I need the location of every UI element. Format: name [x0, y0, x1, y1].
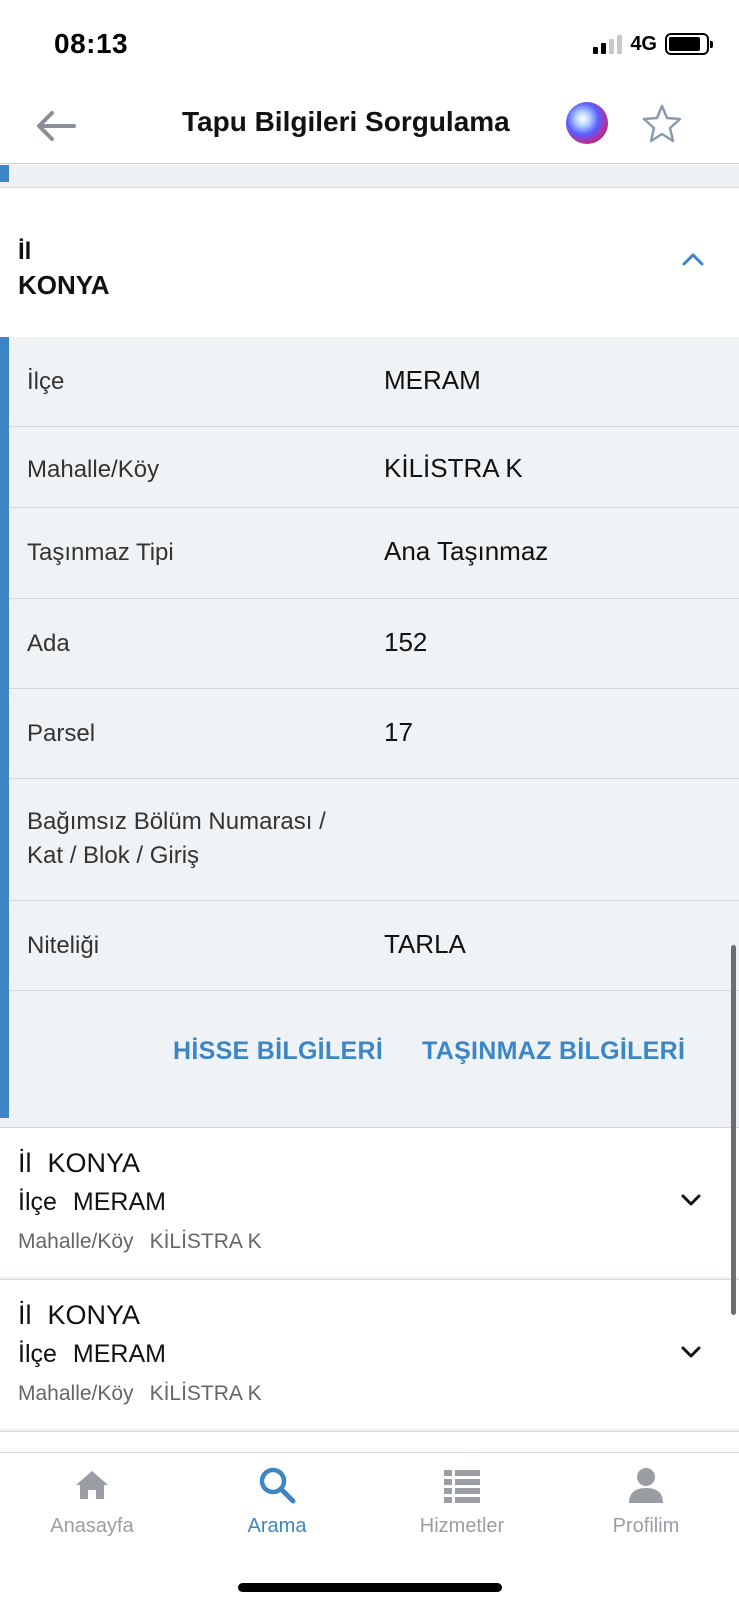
chevron-down-icon[interactable]: [679, 1188, 703, 1212]
tab-label: Anasayfa: [50, 1515, 134, 1537]
hisse-bilgileri-button[interactable]: HİSSE BİLGİLERİ: [173, 1037, 383, 1066]
detail-value: MERAM: [384, 365, 481, 395]
record-il: İl KONYA: [18, 1148, 141, 1178]
record-list-item[interactable]: İl KONYA İlçe MERAM Mahalle/Köy KİLİSTRA K: [0, 1279, 739, 1429]
page-title: Tapu Bilgileri Sorgulama: [182, 106, 510, 137]
record-ilce: İlçe MERAM: [18, 1188, 166, 1216]
siri-icon[interactable]: [566, 102, 608, 144]
tab-hizmetler[interactable]: Hizmetler: [392, 1465, 532, 1555]
detail-key: Parsel: [27, 720, 96, 747]
tasinmaz-bilgileri-button[interactable]: TAŞINMAZ BİLGİLERİ: [422, 1037, 685, 1066]
tab-label: Profilim: [612, 1515, 680, 1537]
home-indicator: [238, 1583, 502, 1592]
status-indicators: 4G: [593, 32, 713, 56]
detail-key: Ada: [27, 630, 70, 657]
record-list-item[interactable]: İl KONYA İlçe MERAM Mahalle/Köy KİLİSTRA K: [0, 1127, 739, 1277]
detail-row-tasinmaz-tipi: Taşınmaz Tipi Ana Taşınmaz: [9, 508, 739, 599]
detail-key: İlçe: [27, 368, 65, 395]
nav-bar: Tapu Bilgileri Sorgulama: [0, 88, 739, 164]
detail-row-parsel: Parsel 17: [9, 689, 739, 779]
status-bar: 08:13 4G: [0, 0, 739, 88]
tab-label: Arama: [247, 1515, 307, 1537]
tab-label: Hizmetler: [419, 1515, 505, 1537]
detail-key: Niteliği: [27, 932, 100, 959]
detail-value: KİLİSTRA K: [384, 453, 523, 483]
list-icon: [444, 1470, 480, 1503]
record-mahalle: Mahalle/Köy KİLİSTRA K: [18, 1382, 262, 1405]
accent-bar-top: [0, 165, 9, 182]
tab-anasayfa[interactable]: Anasayfa: [22, 1465, 162, 1555]
detail-key: Mahalle/Köy: [27, 456, 160, 483]
il-value: KONYA: [18, 270, 110, 300]
search-icon: [259, 1467, 296, 1504]
detail-row-niteligi: Niteliği TARLA: [9, 901, 739, 991]
arrow-left-icon: [37, 111, 76, 141]
chevron-down-icon[interactable]: [679, 1340, 703, 1364]
detail-key: Bağımsız Bölüm Numarası / Kat / Blok / G…: [27, 808, 326, 869]
tab-arama[interactable]: Arama: [207, 1465, 347, 1555]
expanded-record-header[interactable]: İl KONYA: [0, 187, 739, 337]
network-type: 4G: [630, 32, 657, 55]
detail-row-ada: Ada 152: [9, 599, 739, 689]
tab-bar: Anasayfa Arama Hizmetler Profilim: [0, 1452, 739, 1600]
star-icon: [642, 104, 682, 143]
record-il: İl KONYA: [18, 1300, 141, 1330]
record-ilce: İlçe MERAM: [18, 1340, 166, 1368]
il-label: İl: [18, 238, 32, 265]
status-time: 08:13: [54, 28, 129, 59]
battery-icon: [665, 33, 713, 55]
detail-row-mahalle: Mahalle/Köy KİLİSTRA K: [9, 427, 739, 508]
signal-icon: [593, 34, 623, 54]
detail-table: İlçe MERAM Mahalle/Köy KİLİSTRA K Taşınm…: [9, 337, 739, 1115]
detail-row-bagimsiz-bolum: Bağımsız Bölüm Numarası / Kat / Blok / G…: [9, 779, 739, 901]
detail-actions: HİSSE BİLGİLERİ TAŞINMAZ BİLGİLERİ: [9, 991, 739, 1115]
record-list-item-partial[interactable]: [0, 1431, 739, 1452]
detail-value: TARLA: [384, 929, 466, 959]
detail-value: 17: [384, 717, 413, 747]
results-content: İl KONYA İlçe MERAM Mahalle/Köy KİLİSTRA…: [0, 165, 739, 1452]
accent-bar-detail: [0, 337, 9, 1118]
person-icon: [629, 1468, 663, 1503]
detail-value: Ana Taşınmaz: [384, 536, 549, 566]
chevron-up-icon[interactable]: [681, 248, 705, 272]
scrollbar[interactable]: [731, 945, 736, 1315]
favorite-button[interactable]: [640, 102, 684, 146]
back-button[interactable]: [34, 106, 78, 146]
detail-key: Taşınmaz Tipi: [27, 539, 174, 566]
home-icon: [76, 1471, 108, 1499]
tab-profilim[interactable]: Profilim: [576, 1465, 716, 1555]
record-mahalle: Mahalle/Köy KİLİSTRA K: [18, 1230, 262, 1253]
detail-value: 152: [384, 627, 428, 657]
detail-row-ilce: İlçe MERAM: [9, 337, 739, 427]
